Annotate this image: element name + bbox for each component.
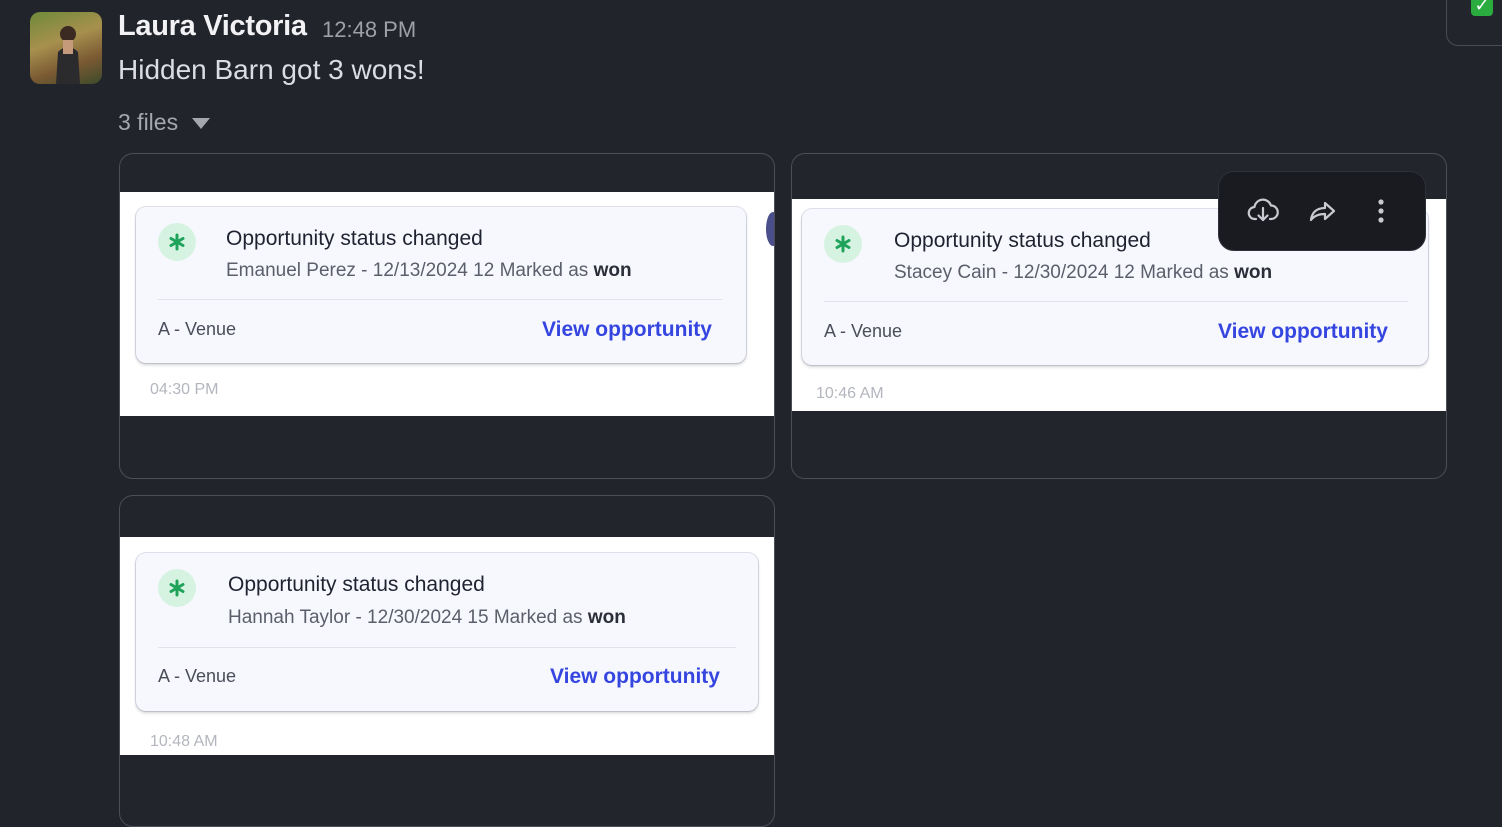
view-opportunity-link[interactable]: View opportunity: [550, 665, 720, 689]
venue-label: A - Venue: [158, 319, 237, 339]
card-title: Opportunity status changed: [228, 573, 485, 596]
card-divider: [824, 301, 1408, 302]
card-timestamp: 04:30 PM: [150, 381, 219, 398]
message-timestamp[interactable]: 12:48 PM: [322, 17, 416, 43]
card-title: Opportunity status changed: [894, 229, 1151, 252]
notification-card: Opportunity status changed Hannah Taylor…: [136, 553, 758, 711]
caret-down-icon: [192, 118, 211, 129]
attachment-image-3: Opportunity status changed Hannah Taylor…: [120, 537, 774, 755]
venue-label: A - Venue: [824, 321, 903, 341]
card-divider: [158, 647, 736, 648]
files-toggle[interactable]: 3 files: [118, 109, 211, 136]
share-forward-icon: [1309, 201, 1336, 222]
files-count-label: 3 files: [118, 109, 179, 135]
card-divider: [158, 299, 722, 300]
message-text: Hidden Barn got 3 wons!: [118, 54, 425, 85]
card-timestamp: 10:48 AM: [150, 733, 218, 750]
attachment-image-1: Opportunity status changed Emanuel Perez…: [120, 192, 774, 416]
more-actions-button[interactable]: [1361, 191, 1401, 231]
view-opportunity-link[interactable]: View opportunity: [542, 318, 712, 342]
download-button[interactable]: [1243, 191, 1283, 231]
venue-label: A - Venue: [158, 666, 237, 686]
asterisk-icon: [158, 223, 196, 261]
avatar-photo: [56, 26, 80, 84]
card-subtitle: Hannah Taylor - 12/30/2024 15 Marked as …: [228, 607, 626, 628]
avatar-peek: [766, 212, 774, 246]
cloud-download-icon: [1247, 198, 1279, 222]
view-opportunity-link[interactable]: View opportunity: [1218, 320, 1388, 344]
file-hover-toolbar: [1218, 171, 1426, 251]
file-attachment-3[interactable]: Opportunity status changed Hannah Taylor…: [119, 495, 775, 827]
asterisk-icon: [824, 225, 862, 263]
notification-card: Opportunity status changed Emanuel Perez…: [136, 207, 746, 363]
file-attachment-1[interactable]: Opportunity status changed Emanuel Perez…: [119, 153, 775, 479]
card-title: Opportunity status changed: [226, 227, 483, 250]
card-subtitle: Emanuel Perez - 12/13/2024 12 Marked as …: [226, 260, 632, 281]
card-timestamp: 10:46 AM: [816, 385, 884, 402]
share-button[interactable]: [1302, 191, 1342, 231]
asterisk-icon: [158, 569, 196, 607]
avatar[interactable]: [30, 12, 102, 84]
card-subtitle: Stacey Cain - 12/30/2024 12 Marked as wo…: [894, 262, 1273, 283]
sender-name[interactable]: Laura Victoria: [118, 10, 307, 43]
checkmark-icon: ✓: [1471, 0, 1493, 16]
more-vertical-icon: [1378, 199, 1384, 223]
